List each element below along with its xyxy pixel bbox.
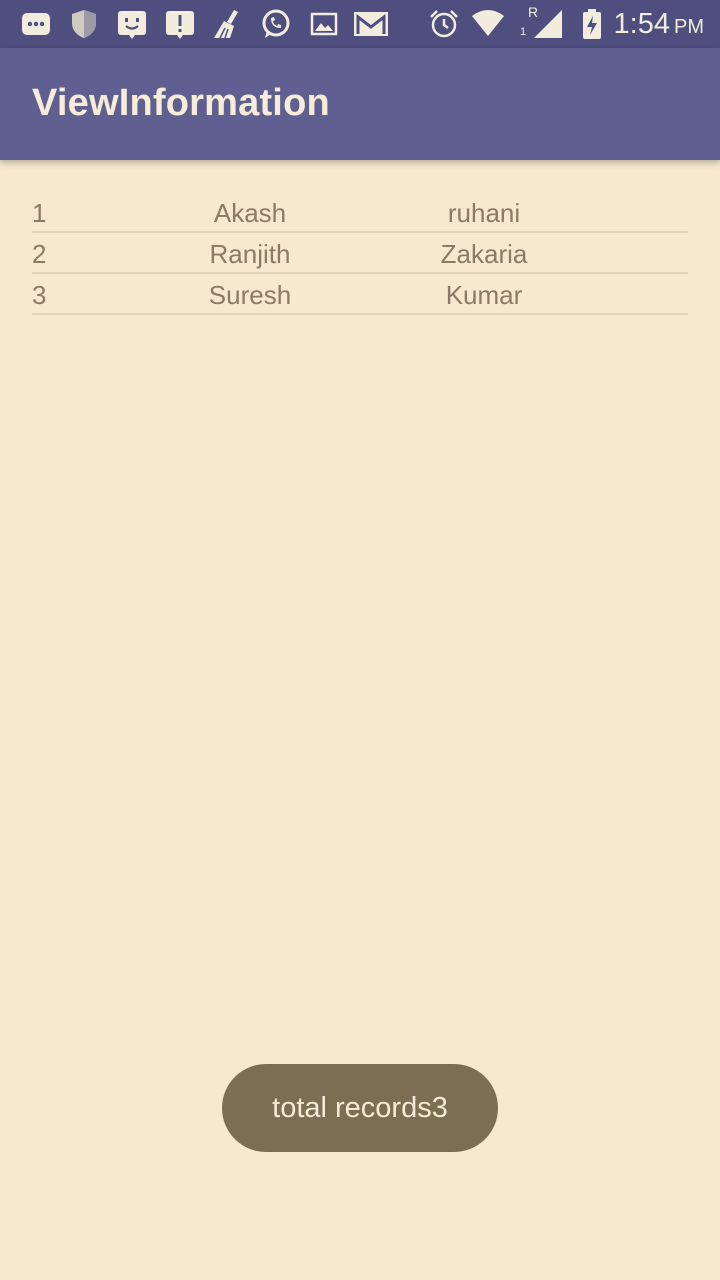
status-bar: R 1 1:54 PM [0,0,720,48]
page-title: ViewInformation [32,82,330,124]
record-first-name: Ranjith [209,239,291,269]
record-last-name: ruhani [447,198,521,228]
record-first-name: Akash [213,198,287,228]
record-last-name: Kumar [445,280,523,310]
clock-ampm: PM [674,16,704,38]
cell-signal-icon [534,10,562,38]
whatsapp-icon [262,9,290,38]
clock-time: 1:54 [613,8,670,40]
table-row[interactable]: 2 Ranjith Zakaria [32,233,688,274]
record-first-name: Suresh [208,280,292,310]
alarm-icon [430,10,458,38]
table-row[interactable]: 3 Suresh Kumar [32,274,688,315]
records-table: 1 Akash ruhani 2 Ranjith Zakaria 3 Sures… [32,192,688,315]
chat-face-icon [118,11,146,39]
record-id: 3 [32,280,47,310]
table-row[interactable]: 1 Akash ruhani [32,192,688,233]
record-id: 2 [32,239,47,269]
wifi-icon [472,10,504,36]
more-notifications-icon [22,13,50,35]
battery-charging-icon [583,9,601,39]
sim-slot-label: 1 [520,26,527,38]
record-last-name: Zakaria [440,239,528,269]
image-icon [310,12,338,36]
cleaner-broom-icon [214,10,238,39]
record-id: 1 [32,198,47,228]
toast-message: total records3 [222,1064,498,1152]
alert-icon [166,11,194,39]
clock: 1:54 PM [614,6,704,42]
shield-icon [72,10,96,38]
app-bar: ViewInformation [0,48,720,160]
gmail-icon [354,12,388,36]
